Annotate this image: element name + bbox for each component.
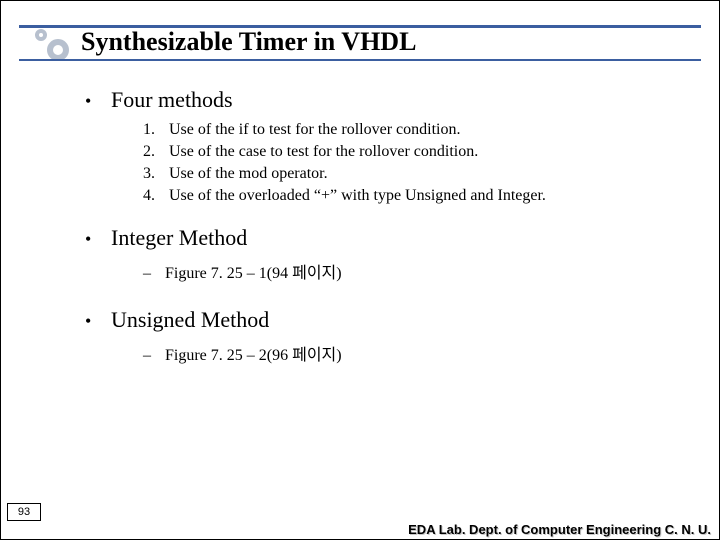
integer-sublist: – Figure 7. 25 – 1(94 페이지) <box>143 259 689 283</box>
list-number: 4. <box>143 187 169 205</box>
dash-icon: – <box>143 347 165 365</box>
list-item: 4. Use of the overloaded “+” with type U… <box>143 187 689 205</box>
circle-large-icon <box>47 39 69 61</box>
dash-icon: – <box>143 265 165 283</box>
slide: Synthesizable Timer in VHDL • Four metho… <box>0 0 720 540</box>
list-text: Use of the mod operator. <box>169 165 328 183</box>
title-icon <box>29 29 75 59</box>
list-text: Figure 7. 25 – 1(94 페이지) <box>165 259 342 283</box>
four-methods-list: 1. Use of the if to test for the rollove… <box>143 121 689 205</box>
list-item: – Figure 7. 25 – 1(94 페이지) <box>143 259 689 283</box>
list-item: 2. Use of the case to test for the rollo… <box>143 143 689 161</box>
title-rule <box>19 59 701 61</box>
bullet-icon: • <box>85 229 111 250</box>
bullet-icon: • <box>85 91 111 112</box>
footer-text: EDA Lab. Dept. of Computer Engineering C… <box>408 522 711 537</box>
list-text: Use of the overloaded “+” with type Unsi… <box>169 187 546 205</box>
section-heading: Unsigned Method <box>111 307 269 333</box>
list-text: Use of the if to test for the rollover c… <box>169 121 460 139</box>
list-number: 2. <box>143 143 169 161</box>
list-text: Figure 7. 25 – 2(96 페이지) <box>165 341 342 365</box>
section-four-methods: • Four methods <box>85 87 689 113</box>
list-number: 1. <box>143 121 169 139</box>
section-heading: Integer Method <box>111 225 247 251</box>
circle-small-icon <box>35 29 47 41</box>
section-unsigned-method: • Unsigned Method <box>85 307 689 333</box>
unsigned-sublist: – Figure 7. 25 – 2(96 페이지) <box>143 341 689 365</box>
list-item: 1. Use of the if to test for the rollove… <box>143 121 689 139</box>
page-title: Synthesizable Timer in VHDL <box>81 27 416 57</box>
section-heading: Four methods <box>111 87 233 113</box>
section-integer-method: • Integer Method <box>85 225 689 251</box>
list-number: 3. <box>143 165 169 183</box>
content-area: • Four methods 1. Use of the if to test … <box>85 79 689 389</box>
list-item: 3. Use of the mod operator. <box>143 165 689 183</box>
page-number: 93 <box>7 503 41 521</box>
list-text: Use of the case to test for the rollover… <box>169 143 478 161</box>
list-item: – Figure 7. 25 – 2(96 페이지) <box>143 341 689 365</box>
bullet-icon: • <box>85 311 111 332</box>
